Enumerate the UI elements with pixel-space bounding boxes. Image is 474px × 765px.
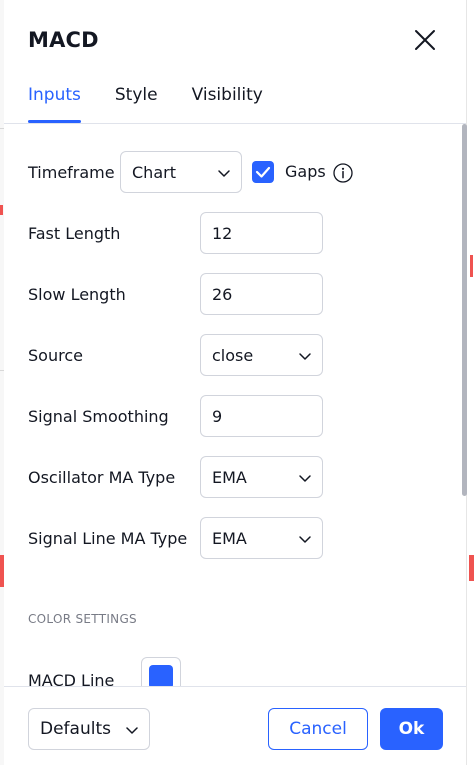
timeframe-value: Chart [132, 163, 176, 182]
scrollbar[interactable] [462, 124, 467, 684]
ok-button[interactable]: Ok [380, 708, 443, 750]
dialog-title: MACD [28, 28, 99, 52]
slow-length-value: 26 [212, 285, 233, 304]
chart-candle [469, 555, 474, 581]
close-icon [415, 30, 435, 50]
signal-smoothing-input[interactable]: 9 [200, 395, 323, 437]
signal-line-ma-type-label: Signal Line MA Type [28, 529, 188, 548]
checkmark-icon [255, 166, 271, 178]
info-icon[interactable] [332, 162, 354, 184]
tab-style[interactable]: Style [115, 84, 158, 124]
slow-length-label: Slow Length [28, 285, 126, 304]
chevron-down-icon [299, 536, 311, 543]
timeframe-select[interactable]: Chart [120, 151, 242, 193]
fast-length-value: 12 [212, 224, 233, 243]
source-value: close [212, 346, 254, 365]
gaps-label: Gaps [285, 162, 326, 181]
tab-inputs[interactable]: Inputs [28, 84, 81, 124]
chevron-down-icon [299, 475, 311, 482]
dialog-footer: Defaults Cancel Ok [4, 686, 466, 765]
chevron-down-icon [299, 353, 311, 360]
defaults-dropdown-button[interactable]: Defaults [28, 708, 150, 750]
chart-candle [0, 205, 3, 215]
tab-visibility[interactable]: Visibility [192, 84, 263, 124]
tabs-divider [4, 123, 466, 124]
signal-smoothing-label: Signal Smoothing [28, 407, 169, 426]
signal-line-ma-type-select[interactable]: EMA [200, 517, 323, 559]
defaults-label: Defaults [40, 719, 111, 739]
tab-bar: Inputs Style Visibility [28, 84, 297, 124]
oscillator-ma-type-select[interactable]: EMA [200, 456, 323, 498]
chevron-down-icon [218, 170, 230, 177]
color-settings-section-title: COLOR SETTINGS [28, 612, 137, 626]
close-button[interactable] [412, 27, 438, 53]
fast-length-label: Fast Length [28, 224, 121, 243]
oscillator-ma-type-label: Oscillator MA Type [28, 468, 176, 487]
slow-length-input[interactable]: 26 [200, 273, 323, 315]
scrollbar-thumb[interactable] [462, 124, 467, 496]
chevron-down-icon [126, 727, 138, 734]
source-select[interactable]: close [200, 334, 323, 376]
gaps-checkbox[interactable] [252, 161, 274, 183]
signal-line-ma-type-value: EMA [212, 529, 247, 548]
fast-length-input[interactable]: 12 [200, 212, 323, 254]
timeframe-label: Timeframe [28, 163, 115, 182]
source-label: Source [28, 346, 83, 365]
chart-candle [470, 255, 473, 277]
cancel-button[interactable]: Cancel [268, 708, 368, 750]
oscillator-ma-type-value: EMA [212, 468, 247, 487]
chart-background-right [466, 0, 474, 765]
indicator-settings-dialog: MACD Inputs Style Visibility Timeframe C… [4, 0, 467, 765]
signal-smoothing-value: 9 [212, 407, 223, 426]
